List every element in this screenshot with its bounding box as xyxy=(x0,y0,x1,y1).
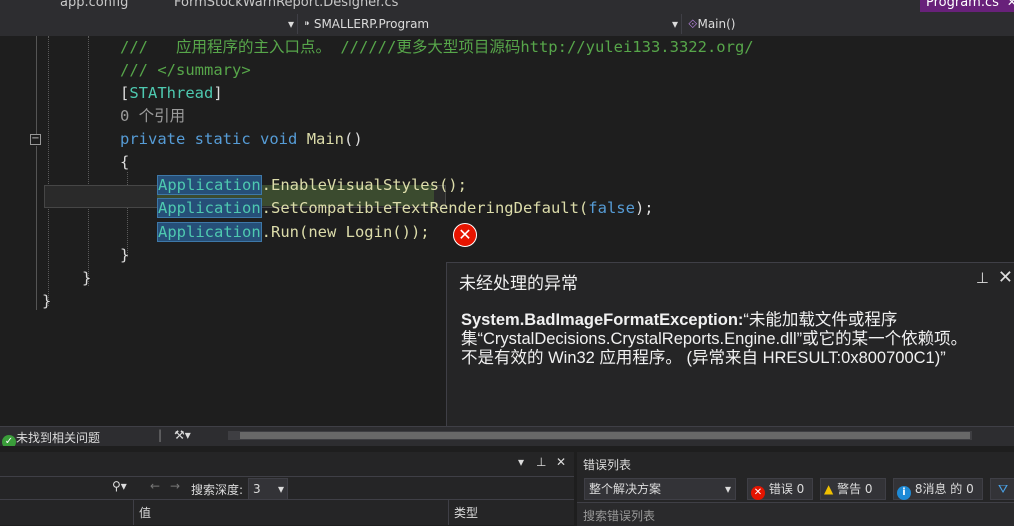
tab-app-config[interactable]: app.config xyxy=(60,0,128,10)
column-type[interactable]: 类型 xyxy=(454,504,478,521)
exception-text: “未能加载文件或程序 xyxy=(743,311,898,329)
code-line-run: Application.Run(new Login()); xyxy=(157,221,430,243)
error-icon: ✕ xyxy=(751,486,765,500)
code-line-enable-visual-styles: Application.EnableVisualStyles(); xyxy=(157,174,467,196)
warnings-count: 警告 0 xyxy=(837,482,873,496)
type-reference: Application xyxy=(157,198,262,218)
panel-menu-icon[interactable]: ▾ xyxy=(518,455,524,469)
search-icon[interactable]: ⚲▾ xyxy=(112,479,127,493)
errors-filter-button[interactable]: ✕ 错误 0 xyxy=(747,478,813,500)
code-line-summary: /// </summary> xyxy=(120,61,251,79)
messages-count: 8消息 的 0 xyxy=(914,482,974,496)
close-icon[interactable]: ✕ xyxy=(998,267,1013,288)
punctuation: ); xyxy=(634,199,654,217)
code-line-brace: { xyxy=(120,153,130,171)
navigation-bar: ▾ ⁍ SMALLERP.Program ▾ ⟐Main() xyxy=(0,12,1014,37)
forward-arrow-icon[interactable]: → xyxy=(170,479,180,493)
chevron-down-icon: ▾ xyxy=(724,482,731,496)
column-value[interactable]: 值 xyxy=(139,504,151,521)
search-depth-value: 3 xyxy=(253,482,261,496)
errors-count: 错误 0 xyxy=(768,482,805,496)
code-line-comment: /// 应用程序的主入口点。 //////更多大型项目源码http://yule… xyxy=(120,38,754,56)
chevron-down-icon[interactable]: ▾ xyxy=(672,15,678,33)
error-list-title: 错误列表 xyxy=(583,458,632,472)
keyword: static xyxy=(194,130,251,148)
error-search-box[interactable]: 搜索错误列表 xyxy=(577,502,1014,526)
exception-title: 未经处理的异常 xyxy=(459,274,578,293)
scope-dropdown[interactable]: 整个解决方案 ▾ xyxy=(584,478,736,500)
member-dropdown-label: Main() xyxy=(697,17,736,31)
warning-icon: ▲ xyxy=(824,482,834,496)
member-dropdown[interactable]: ⟐Main() xyxy=(688,15,735,33)
search-depth-label: 搜索深度: xyxy=(191,483,244,497)
method-call: .SetCompatibleTextRenderingDefault( xyxy=(261,199,589,217)
error-list-panel: 错误列表 整个解决方案 ▾ ✕ 错误 0 ▲ 警告 0 i 8消息 的 0 ⛛ 搜… xyxy=(577,452,1014,526)
pin-icon[interactable]: ⊥ xyxy=(976,269,989,287)
close-icon[interactable]: ✕ xyxy=(556,455,566,469)
parens: () xyxy=(344,130,363,148)
column-divider[interactable] xyxy=(133,500,134,525)
exception-helper-popup: 未经处理的异常 ⊥ ✕ System.BadImageFormatExcepti… xyxy=(446,262,1014,427)
exception-type: System.BadImageFormatException: xyxy=(461,311,744,329)
column-divider[interactable] xyxy=(448,500,449,525)
keyword: false xyxy=(588,199,635,217)
messages-filter-button[interactable]: i 8消息 的 0 xyxy=(893,478,983,500)
method-call: .Run(new Login()); xyxy=(261,223,430,241)
code-line-set-compatible: Application.SetCompatibleTextRenderingDe… xyxy=(157,197,654,219)
search-depth-select[interactable]: 3 ▾ xyxy=(248,478,288,500)
project-dropdown[interactable]: ⁍ SMALLERP.Program xyxy=(304,15,429,33)
scrollbar-thumb[interactable] xyxy=(240,432,970,439)
brush-icon[interactable]: ⚒▾ xyxy=(174,428,191,442)
tab-close-icon[interactable]: ✕ xyxy=(1007,0,1014,9)
scope-label: 整个解决方案 xyxy=(589,482,662,496)
code-line-attribute: [STAThread] xyxy=(120,82,223,104)
codelens-references[interactable]: 0 个引用 xyxy=(120,105,185,127)
exception-message: System.BadImageFormatException:“未能加载文件或程… xyxy=(461,311,1014,368)
method-call: .EnableVisualStyles(); xyxy=(261,176,467,194)
class-icon: ⁍ xyxy=(304,17,310,31)
pin-icon[interactable]: ⊥ xyxy=(536,455,546,469)
navbar-divider xyxy=(681,14,682,34)
document-tab-strip: app.config FormStockWarnReport.Designer.… xyxy=(0,0,1014,12)
code-line-brace: } xyxy=(120,246,130,264)
error-search-placeholder: 搜索错误列表 xyxy=(583,509,656,523)
keyword: private xyxy=(120,130,186,148)
locals-header xyxy=(0,500,574,525)
project-dropdown-label: SMALLERP.Program xyxy=(313,17,430,31)
tab-formstockwarnreport-designer[interactable]: FormStockWarnReport.Designer.cs xyxy=(174,0,398,10)
navbar-divider xyxy=(297,14,298,34)
error-icon[interactable]: ✕ xyxy=(453,223,477,247)
strip-divider: | xyxy=(158,428,163,442)
tab-program-cs-label: Program.cs xyxy=(926,0,999,10)
method-name: Main xyxy=(306,130,345,148)
chevron-down-icon[interactable]: ▾ xyxy=(288,15,294,33)
exception-line-2: 集“CrystalDecisions.CrystalReports.Engine… xyxy=(461,330,968,348)
warnings-filter-button[interactable]: ▲ 警告 0 xyxy=(820,478,886,500)
code-line-method-signature: private static void Main() xyxy=(120,128,363,150)
issues-label: 未找到相关问题 xyxy=(16,431,101,445)
bracket: [ xyxy=(120,84,130,102)
code-line-brace: } xyxy=(42,292,52,310)
type-reference: Application xyxy=(157,175,262,195)
back-arrow-icon[interactable]: ← xyxy=(150,479,160,493)
exception-line-3: 不是有效的 Win32 应用程序。 (异常来自 HRESULT:0x800700… xyxy=(461,349,946,367)
bracket: ] xyxy=(213,84,223,102)
chevron-down-icon: ▾ xyxy=(277,482,284,496)
code-line-brace: } xyxy=(82,269,92,287)
keyword: void xyxy=(260,130,298,148)
tab-program-cs[interactable]: Program.cs ✕ xyxy=(920,0,1014,12)
filter-icon[interactable]: ⛛ xyxy=(990,478,1014,500)
attribute-name: STAThread xyxy=(129,84,214,102)
type-reference: Application xyxy=(157,222,262,242)
info-icon: i xyxy=(897,486,911,500)
exception-line-1: System.BadImageFormatException:“未能加载文件或程… xyxy=(461,311,1014,330)
